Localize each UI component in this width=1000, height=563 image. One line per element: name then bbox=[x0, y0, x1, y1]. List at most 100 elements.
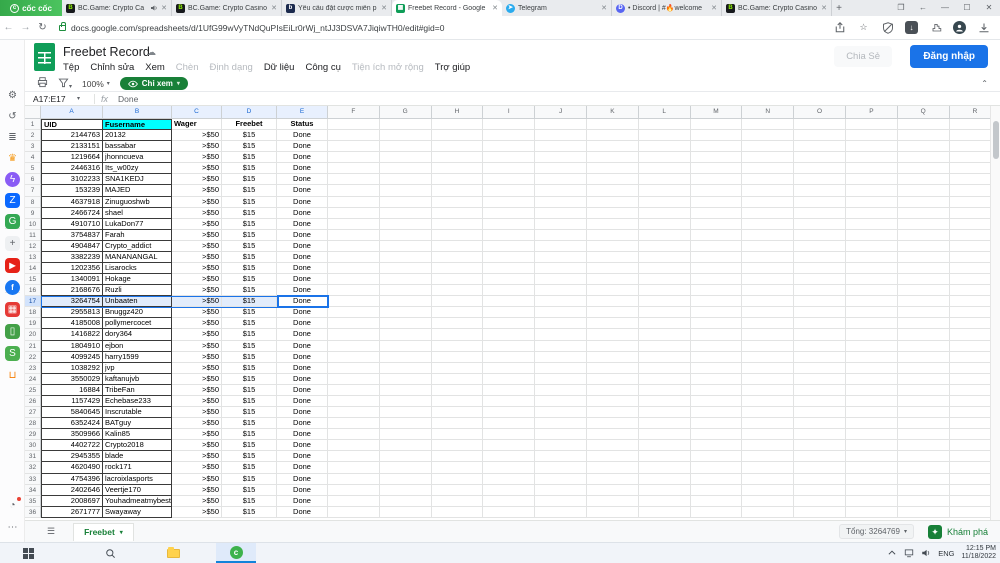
cell[interactable]: >$50 bbox=[172, 152, 222, 163]
cell[interactable] bbox=[742, 451, 794, 462]
cell[interactable] bbox=[639, 174, 691, 185]
cell[interactable] bbox=[898, 429, 950, 440]
cell[interactable]: 5840645 bbox=[41, 407, 103, 418]
filter-icon[interactable]: ▾ bbox=[58, 75, 72, 93]
tab-close-icon[interactable]: ✕ bbox=[161, 4, 167, 12]
cell[interactable] bbox=[328, 329, 380, 340]
cell[interactable] bbox=[639, 485, 691, 496]
cell[interactable] bbox=[691, 263, 743, 274]
cell[interactable] bbox=[794, 451, 846, 462]
cell[interactable] bbox=[742, 296, 794, 307]
cell[interactable] bbox=[846, 119, 898, 130]
cell[interactable]: UID bbox=[41, 119, 103, 130]
cell[interactable] bbox=[483, 241, 535, 252]
cell[interactable]: $15 bbox=[222, 363, 277, 374]
tab-close-icon[interactable]: ✕ bbox=[711, 4, 717, 12]
cell[interactable] bbox=[432, 507, 484, 518]
column-header-H[interactable]: H bbox=[432, 106, 484, 119]
cell[interactable] bbox=[380, 474, 432, 485]
cell[interactable]: Fusername bbox=[103, 119, 172, 130]
cell[interactable] bbox=[328, 185, 380, 196]
cell[interactable] bbox=[535, 507, 587, 518]
tab-close-icon[interactable]: ✕ bbox=[821, 4, 827, 12]
download-arrow-icon[interactable]: ← bbox=[912, 0, 934, 16]
explore-button[interactable]: ✦Khám phá bbox=[928, 525, 988, 539]
cell[interactable]: Done bbox=[277, 374, 328, 385]
cell[interactable] bbox=[380, 385, 432, 396]
cell[interactable] bbox=[898, 374, 950, 385]
cell[interactable] bbox=[432, 318, 484, 329]
cell[interactable]: >$50 bbox=[172, 418, 222, 429]
column-header-B[interactable]: B bbox=[103, 106, 172, 119]
row-number[interactable]: 15 bbox=[25, 274, 41, 285]
column-header-M[interactable]: M bbox=[691, 106, 743, 119]
cell[interactable] bbox=[639, 285, 691, 296]
cell[interactable]: 1157429 bbox=[41, 396, 103, 407]
cell[interactable]: $15 bbox=[222, 407, 277, 418]
cell[interactable] bbox=[380, 152, 432, 163]
cell[interactable] bbox=[328, 274, 380, 285]
cell[interactable] bbox=[535, 318, 587, 329]
cell[interactable] bbox=[328, 208, 380, 219]
cell[interactable]: >$50 bbox=[172, 197, 222, 208]
cell[interactable]: Hokage bbox=[103, 274, 172, 285]
cell[interactable] bbox=[328, 407, 380, 418]
cell[interactable] bbox=[380, 440, 432, 451]
cell[interactable]: 4620490 bbox=[41, 462, 103, 473]
cell[interactable] bbox=[432, 152, 484, 163]
cell[interactable] bbox=[950, 440, 990, 451]
cell[interactable] bbox=[535, 141, 587, 152]
cell[interactable] bbox=[846, 318, 898, 329]
cell[interactable] bbox=[691, 208, 743, 219]
cell[interactable] bbox=[639, 219, 691, 230]
cell[interactable]: $15 bbox=[222, 219, 277, 230]
cell[interactable]: 4185008 bbox=[41, 318, 103, 329]
cell[interactable] bbox=[898, 329, 950, 340]
row-number[interactable]: 7 bbox=[25, 185, 41, 196]
cell[interactable]: >$50 bbox=[172, 352, 222, 363]
row-number[interactable]: 36 bbox=[25, 507, 41, 518]
cell[interactable]: 2144763 bbox=[41, 130, 103, 141]
cell[interactable] bbox=[742, 274, 794, 285]
back-icon[interactable]: ← bbox=[0, 22, 17, 33]
cell[interactable]: shael bbox=[103, 208, 172, 219]
cell[interactable] bbox=[535, 363, 587, 374]
cell[interactable]: >$50 bbox=[172, 429, 222, 440]
add-icon[interactable]: + bbox=[5, 236, 20, 251]
cell[interactable] bbox=[691, 219, 743, 230]
column-header-I[interactable]: I bbox=[483, 106, 535, 119]
cart-icon[interactable]: ⊔ bbox=[5, 368, 20, 383]
row-number[interactable]: 16 bbox=[25, 285, 41, 296]
cell[interactable] bbox=[380, 263, 432, 274]
cell[interactable] bbox=[432, 208, 484, 219]
cell[interactable] bbox=[691, 119, 743, 130]
column-header-L[interactable]: L bbox=[639, 106, 691, 119]
cell[interactable]: >$50 bbox=[172, 185, 222, 196]
cell[interactable] bbox=[898, 263, 950, 274]
cell[interactable] bbox=[846, 197, 898, 208]
messenger-icon[interactable]: ϟ bbox=[5, 172, 20, 187]
cell[interactable] bbox=[380, 241, 432, 252]
cell[interactable] bbox=[639, 296, 691, 307]
cell[interactable]: $15 bbox=[222, 462, 277, 473]
hidden-icons-chevron[interactable] bbox=[887, 548, 897, 558]
cell[interactable]: 2133151 bbox=[41, 141, 103, 152]
cell[interactable]: blade bbox=[103, 451, 172, 462]
cell[interactable] bbox=[846, 141, 898, 152]
cell[interactable] bbox=[587, 119, 639, 130]
cell[interactable] bbox=[483, 485, 535, 496]
cell[interactable]: Done bbox=[277, 307, 328, 318]
cell[interactable]: >$50 bbox=[172, 385, 222, 396]
cell[interactable] bbox=[587, 396, 639, 407]
new-tab-button[interactable]: + bbox=[832, 0, 846, 16]
cell[interactable] bbox=[950, 462, 990, 473]
profile-avatar[interactable] bbox=[953, 21, 966, 34]
cell[interactable]: $15 bbox=[222, 496, 277, 507]
reload-icon[interactable]: ↻ bbox=[34, 22, 51, 33]
cell[interactable] bbox=[639, 307, 691, 318]
row-number[interactable]: 28 bbox=[25, 418, 41, 429]
cell[interactable] bbox=[380, 407, 432, 418]
cell[interactable]: Done bbox=[277, 451, 328, 462]
cell[interactable] bbox=[742, 440, 794, 451]
cell[interactable]: >$50 bbox=[172, 318, 222, 329]
